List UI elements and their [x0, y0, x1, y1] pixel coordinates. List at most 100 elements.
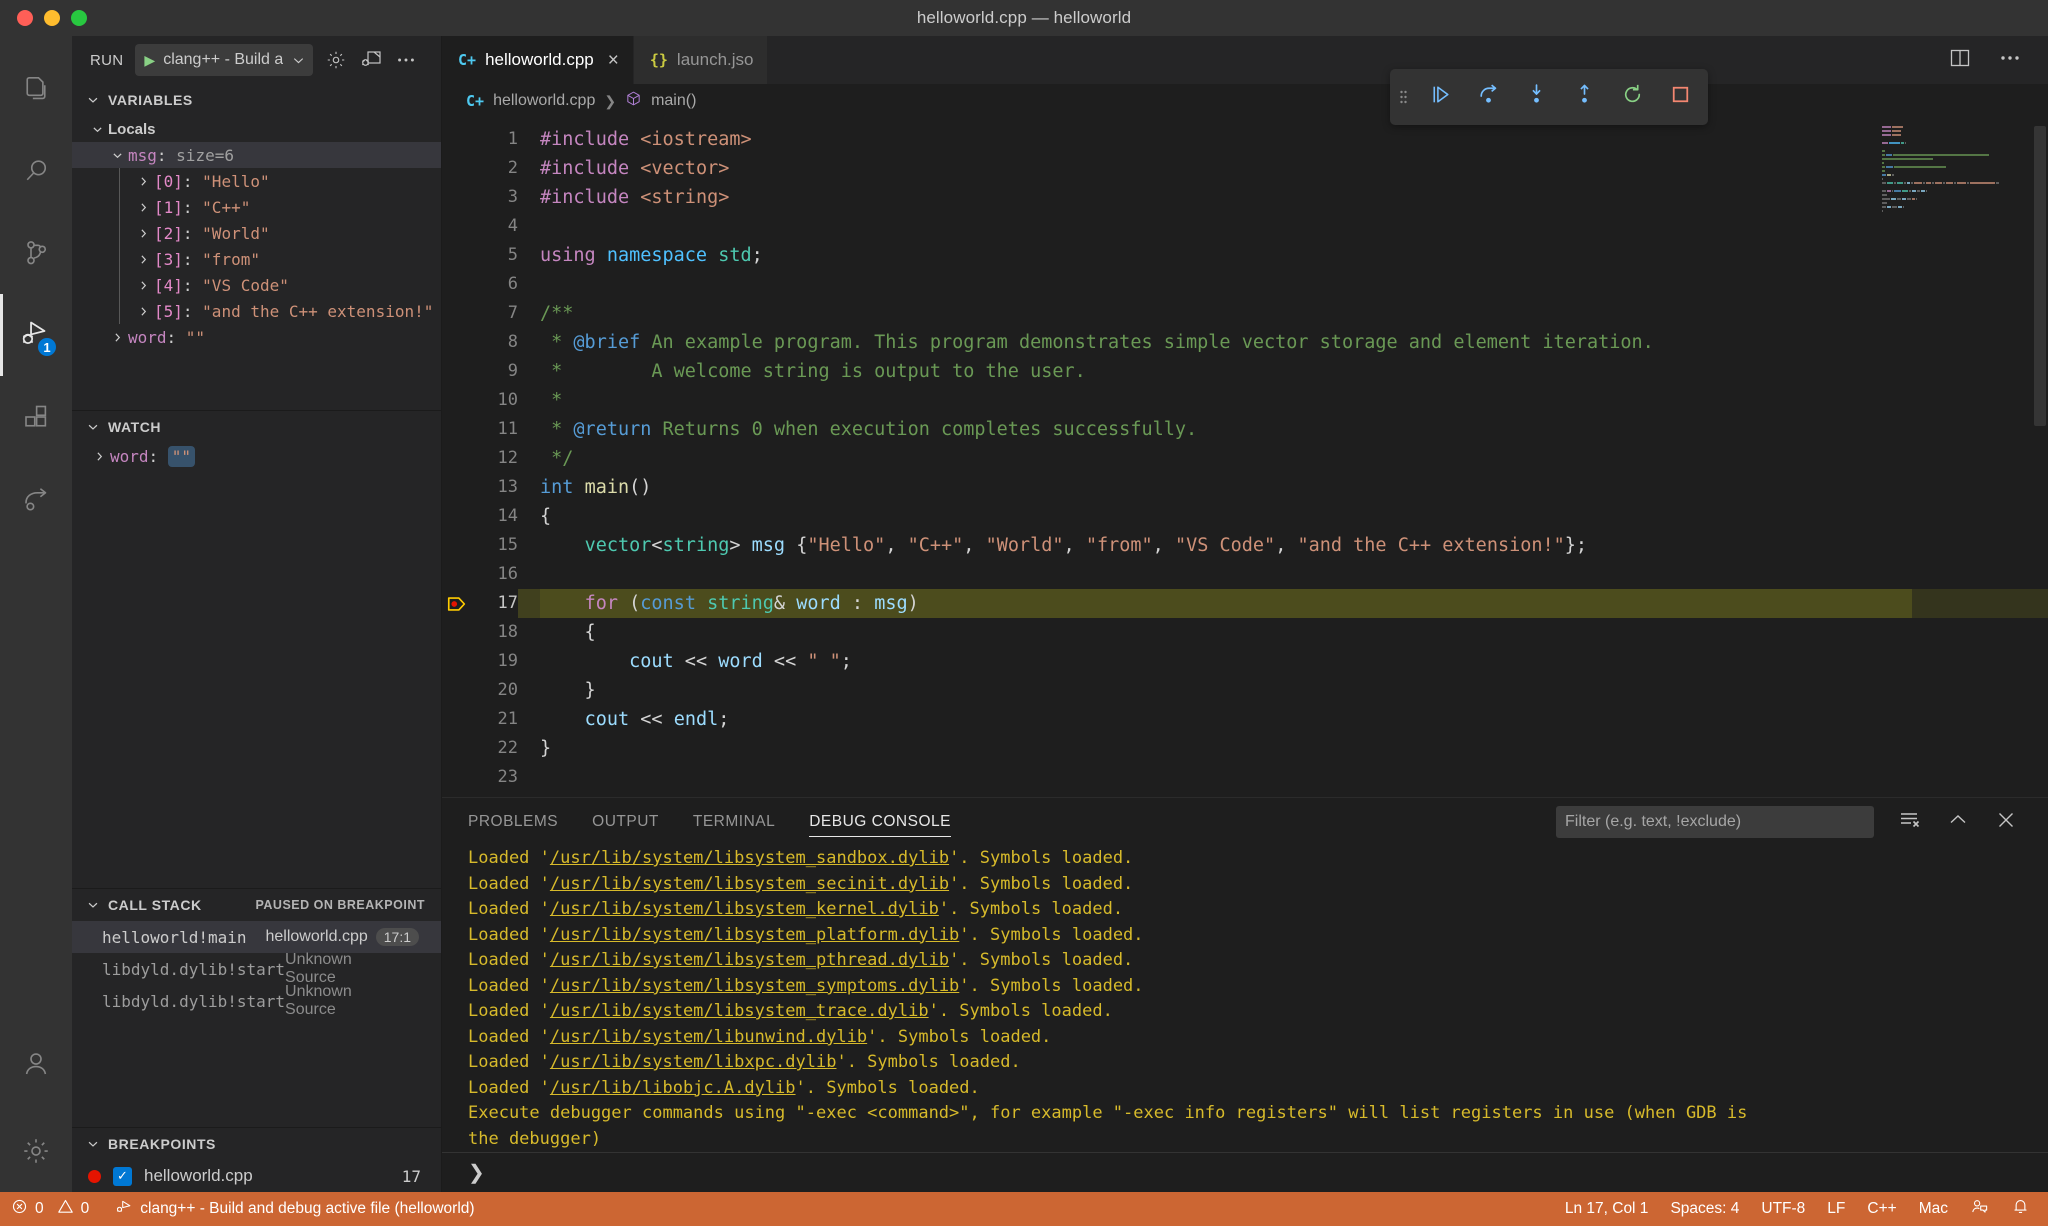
code-line[interactable]: #include <iostream>	[540, 125, 2048, 154]
breakpoint-row[interactable]: ✓ helloworld.cpp 17	[72, 1160, 441, 1192]
code-line[interactable]	[540, 212, 2048, 241]
step-over-button[interactable]	[1464, 69, 1512, 125]
tab-terminal[interactable]: TERMINAL	[693, 798, 775, 846]
status-notifications[interactable]	[2000, 1192, 2048, 1226]
editor-scrollbar[interactable]	[2034, 126, 2046, 426]
activity-item-search[interactable]	[0, 130, 72, 212]
call-stack-frame[interactable]: helloworld!main helloworld.cpp 17:1	[72, 921, 441, 953]
breadcrumb-symbol[interactable]: main()	[651, 92, 696, 110]
console-link[interactable]: /usr/lib/system/libxpc.dylib	[550, 1052, 837, 1072]
code-line[interactable]: for (const string& word : msg)	[518, 589, 2048, 618]
code-line[interactable]	[540, 763, 2048, 792]
code-line[interactable]: */	[540, 444, 2048, 473]
breakpoint-checkbox[interactable]: ✓	[113, 1166, 132, 1186]
console-link[interactable]: /usr/lib/system/libsystem_secinit.dylib	[550, 874, 949, 894]
debug-console-prompt[interactable]: ❯	[442, 1152, 2048, 1192]
breakpoints-section-header[interactable]: BREAKPOINTS	[72, 1128, 441, 1160]
activity-item-remote-explorer[interactable]	[0, 458, 72, 540]
stop-button[interactable]	[1656, 69, 1704, 125]
variables-scope-locals[interactable]: Locals	[72, 116, 441, 142]
status-task[interactable]: clang++ - Build and debug active file (h…	[100, 1192, 485, 1226]
console-link[interactable]: /usr/lib/system/libsystem_kernel.dylib	[550, 899, 939, 919]
activity-item-run-and-debug[interactable]: 1	[0, 294, 72, 376]
chevron-right-icon[interactable]	[132, 253, 154, 266]
watch-row[interactable]: word: ""	[72, 443, 441, 469]
step-into-button[interactable]	[1512, 69, 1560, 125]
console-link[interactable]: /usr/lib/system/libsystem_trace.dylib	[550, 1001, 929, 1021]
step-out-button[interactable]	[1560, 69, 1608, 125]
variable-row-child[interactable]: [3]: "from"	[120, 246, 441, 272]
breadcrumb-file[interactable]: helloworld.cpp	[493, 92, 595, 110]
debug-console-output[interactable]: Loaded '/usr/lib/system/libsystem_sandbo…	[442, 846, 2048, 1152]
close-icon[interactable]	[1994, 808, 2018, 837]
chevron-up-icon[interactable]	[1946, 808, 1970, 837]
status-platform[interactable]: Mac	[1908, 1192, 1959, 1226]
code-line[interactable]: cout << endl;	[540, 705, 2048, 734]
continue-button[interactable]	[1416, 69, 1464, 125]
chevron-right-icon[interactable]	[132, 227, 154, 240]
code-line[interactable]: {	[540, 502, 2048, 531]
console-link[interactable]: /usr/lib/libobjc.A.dylib	[550, 1078, 796, 1098]
tab-launch-json[interactable]: {} launch.jso	[633, 36, 769, 84]
drag-handle-icon[interactable]	[1390, 86, 1416, 108]
activity-item-extensions[interactable]	[0, 376, 72, 458]
status-language-mode[interactable]: C++	[1856, 1192, 1907, 1226]
variable-row-msg[interactable]: msg: size=6	[72, 142, 441, 168]
console-link[interactable]: /usr/lib/system/libunwind.dylib	[550, 1027, 867, 1047]
breakpoint-gutter[interactable]	[442, 118, 470, 797]
variable-row-word[interactable]: word: ""	[72, 324, 441, 350]
code-line[interactable]: int main()	[540, 473, 2048, 502]
play-icon[interactable]: ▶	[144, 53, 155, 67]
clear-icon[interactable]	[1898, 808, 1922, 837]
sidebar-more-actions-button[interactable]	[395, 49, 417, 71]
status-feedback[interactable]	[1959, 1192, 2000, 1226]
run-configuration-dropdown[interactable]: ▶ clang++ - Build a	[135, 44, 314, 76]
activity-item-explorer[interactable]	[0, 48, 72, 130]
call-stack-frame[interactable]: libdyld.dylib!start Unknown Source	[72, 951, 441, 986]
chevron-right-icon[interactable]	[132, 175, 154, 188]
call-stack-frame[interactable]: libdyld.dylib!start Unknown Source	[72, 983, 441, 1018]
split-editor-icon[interactable]	[1948, 46, 1972, 75]
code-line[interactable]: /**	[540, 299, 2048, 328]
filter-input[interactable]: Filter (e.g. text, !exclude)	[1556, 806, 1874, 838]
call-stack-section-header[interactable]: CALL STACK PAUSED ON BREAKPOINT	[72, 889, 441, 921]
debug-toolbar[interactable]	[1390, 69, 1708, 125]
activity-item-manage[interactable]	[0, 1110, 72, 1192]
code-line[interactable]: #include <string>	[540, 183, 2048, 212]
chevron-right-icon[interactable]	[106, 331, 128, 344]
code-line[interactable]: }	[540, 676, 2048, 705]
variables-section-header[interactable]: VARIABLES	[72, 84, 441, 116]
watch-section-header[interactable]: WATCH	[72, 411, 441, 443]
variable-row-child[interactable]: [4]: "VS Code"	[120, 272, 441, 298]
activity-item-accounts[interactable]	[0, 1028, 72, 1110]
status-eol[interactable]: LF	[1816, 1192, 1856, 1226]
console-link[interactable]: /usr/lib/system/libsystem_pthread.dylib	[550, 950, 949, 970]
variable-row-child[interactable]: [2]: "World"	[120, 220, 441, 246]
code-line[interactable]	[540, 560, 2048, 589]
code-line[interactable]: *	[540, 386, 2048, 415]
code-content[interactable]: #include <iostream> #include <vector> #inc…	[518, 118, 2048, 797]
status-problems[interactable]: 0 0	[0, 1192, 100, 1226]
tab-problems[interactable]: PROBLEMS	[468, 798, 558, 846]
code-line[interactable]: vector<string> msg {"Hello", "C++", "Wor…	[540, 531, 2048, 560]
chevron-right-icon[interactable]	[88, 450, 110, 463]
chevron-right-icon[interactable]	[132, 305, 154, 318]
activity-item-source-control[interactable]	[0, 212, 72, 294]
variable-row-child[interactable]: [0]: "Hello"	[120, 168, 441, 194]
code-line[interactable]: {	[540, 618, 2048, 647]
open-launch-json-button[interactable]	[325, 49, 347, 71]
tab-helloworld-cpp[interactable]: C+ helloworld.cpp ×	[442, 36, 634, 84]
tab-debug-console[interactable]: DEBUG CONSOLE	[809, 798, 951, 846]
minimap[interactable]	[1882, 126, 2032, 212]
chevron-right-icon[interactable]	[132, 201, 154, 214]
variable-row-child[interactable]: [1]: "C++"	[120, 194, 441, 220]
chevron-down-icon[interactable]	[291, 53, 306, 68]
breakpoint-marker-icon[interactable]	[445, 589, 469, 618]
code-line[interactable]: * @brief An example program. This progra…	[540, 328, 2048, 357]
code-editor[interactable]: 1 2 3 4 5 6 7 8 9 10 11 12 13 14 15 16 1	[442, 118, 2048, 797]
console-link[interactable]: /usr/lib/system/libsystem_sandbox.dylib	[550, 848, 949, 868]
console-link[interactable]: /usr/lib/system/libsystem_symptoms.dylib	[550, 976, 959, 996]
variable-row-child[interactable]: [5]: "and the C++ extension!"	[120, 298, 441, 324]
status-cursor-position[interactable]: Ln 17, Col 1	[1554, 1192, 1660, 1226]
code-line[interactable]: }	[540, 734, 2048, 763]
